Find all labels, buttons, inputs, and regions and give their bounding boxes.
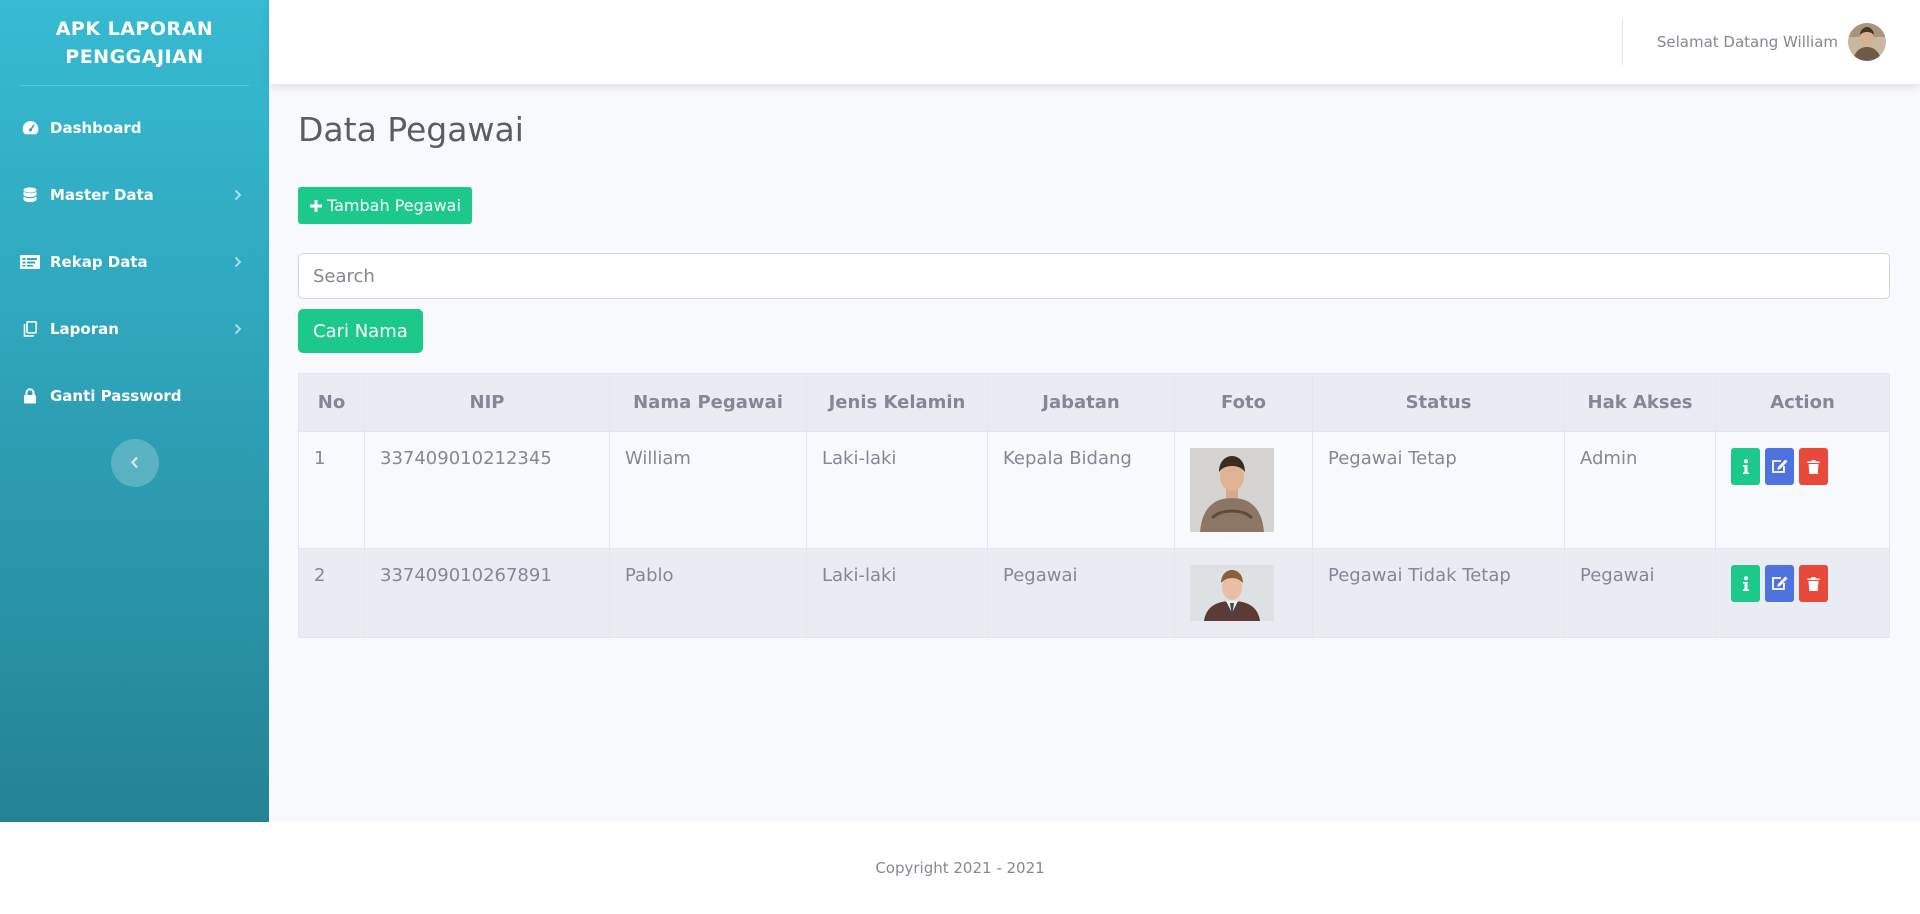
plus-icon <box>309 199 323 213</box>
sidebar-item-laporan[interactable]: Laporan <box>0 295 269 362</box>
delete-button[interactable] <box>1799 448 1828 485</box>
employee-photo <box>1190 565 1274 621</box>
chevron-left-icon <box>130 454 139 473</box>
cell-status: Pegawai Tidak Tetap <box>1312 548 1565 638</box>
topbar-divider <box>1621 19 1623 65</box>
cell-action <box>1715 431 1890 549</box>
cell-foto <box>1174 431 1313 549</box>
database-icon <box>20 185 40 205</box>
header-jenis-kelamin[interactable]: Jenis Kelamin <box>806 373 988 432</box>
footer: Copyright 2021 - 2021 <box>0 822 1920 914</box>
employee-table: No NIP Nama Pegawai Jenis Kelamin Jabata… <box>298 373 1890 638</box>
cell-status: Pegawai Tetap <box>1312 431 1565 549</box>
cell-nama: William <box>609 431 807 549</box>
sidebar-item-rekap-data[interactable]: Rekap Data <box>0 228 269 295</box>
table-row: 2 337409010267891 Pablo Laki-laki Pegawa… <box>298 548 1890 638</box>
user-greeting[interactable]: Selamat Datang William <box>1657 33 1838 51</box>
chevron-right-icon <box>231 255 245 269</box>
cell-nama: Pablo <box>609 548 807 638</box>
topbar: Selamat Datang William <box>269 0 1920 84</box>
sidebar-item-label: Rekap Data <box>50 252 148 271</box>
edit-button[interactable] <box>1765 565 1794 602</box>
cell-nip: 337409010267891 <box>364 548 610 638</box>
cell-jenis-kelamin: Laki-laki <box>806 431 988 549</box>
add-employee-button[interactable]: Tambah Pegawai <box>298 187 472 224</box>
row-actions <box>1731 565 1874 602</box>
info-icon <box>1742 575 1749 591</box>
header-nama[interactable]: Nama Pegawai <box>609 373 807 432</box>
sidebar-item-label: Master Data <box>50 185 154 204</box>
edit-icon <box>1772 576 1788 590</box>
copy-icon <box>20 319 40 339</box>
cell-hak-akses: Pegawai <box>1564 548 1716 638</box>
sidebar-item-master-data[interactable]: Master Data <box>0 161 269 228</box>
sidebar-item-label: Ganti Password <box>50 386 182 405</box>
cell-nip: 337409010212345 <box>364 431 610 549</box>
chevron-right-icon <box>231 188 245 202</box>
tachometer-icon <box>20 118 40 138</box>
cell-no: 1 <box>298 431 365 549</box>
sidebar-toggle-button[interactable] <box>110 439 159 487</box>
cell-hak-akses: Admin <box>1564 431 1716 549</box>
sidebar-nav: Dashboard Master Data Rekap Data Laporan… <box>0 94 269 429</box>
main-content: Data Pegawai Tambah Pegawai Cari Nama No… <box>298 84 1890 638</box>
sidebar-brand[interactable]: APK LAPORAN PENGGAJIAN <box>0 0 269 85</box>
copyright-text: Copyright 2021 - 2021 <box>875 859 1045 877</box>
sidebar-divider <box>20 85 249 86</box>
cell-action <box>1715 548 1890 638</box>
sidebar-item-label: Dashboard <box>50 118 142 137</box>
list-card-icon <box>20 252 40 272</box>
table-header-row: No NIP Nama Pegawai Jenis Kelamin Jabata… <box>298 373 1890 432</box>
row-actions <box>1731 448 1874 485</box>
header-hak-akses[interactable]: Hak Akses <box>1564 373 1716 432</box>
info-button[interactable] <box>1731 448 1760 485</box>
search-input[interactable] <box>298 253 1890 299</box>
sidebar-toggle-wrap <box>0 439 269 487</box>
header-no[interactable]: No <box>298 373 365 432</box>
sidebar-item-ganti-password[interactable]: Ganti Password <box>0 362 269 429</box>
info-button[interactable] <box>1731 565 1760 602</box>
trash-icon <box>1807 576 1820 591</box>
header-nip[interactable]: NIP <box>364 373 610 432</box>
sidebar-item-label: Laporan <box>50 319 119 338</box>
cell-jenis-kelamin: Laki-laki <box>806 548 988 638</box>
avatar[interactable] <box>1848 23 1886 61</box>
header-status[interactable]: Status <box>1312 373 1565 432</box>
cell-foto <box>1174 548 1313 638</box>
table-row: 1 337409010212345 William Laki-laki Kepa… <box>298 431 1890 549</box>
trash-icon <box>1807 459 1820 474</box>
header-action[interactable]: Action <box>1715 373 1890 432</box>
search-button[interactable]: Cari Nama <box>298 309 423 353</box>
header-jabatan[interactable]: Jabatan <box>987 373 1175 432</box>
cell-no: 2 <box>298 548 365 638</box>
info-icon <box>1742 458 1749 474</box>
employee-photo <box>1190 448 1274 532</box>
cell-jabatan: Kepala Bidang <box>987 431 1175 549</box>
chevron-right-icon <box>231 322 245 336</box>
delete-button[interactable] <box>1799 565 1828 602</box>
sidebar-item-dashboard[interactable]: Dashboard <box>0 94 269 161</box>
edit-button[interactable] <box>1765 448 1794 485</box>
header-foto[interactable]: Foto <box>1174 373 1313 432</box>
page-title: Data Pegawai <box>298 110 524 149</box>
sidebar: APK LAPORAN PENGGAJIAN Dashboard Master … <box>0 0 269 822</box>
add-employee-label: Tambah Pegawai <box>327 196 461 215</box>
cell-jabatan: Pegawai <box>987 548 1175 638</box>
edit-icon <box>1772 459 1788 473</box>
lock-icon <box>20 386 40 406</box>
